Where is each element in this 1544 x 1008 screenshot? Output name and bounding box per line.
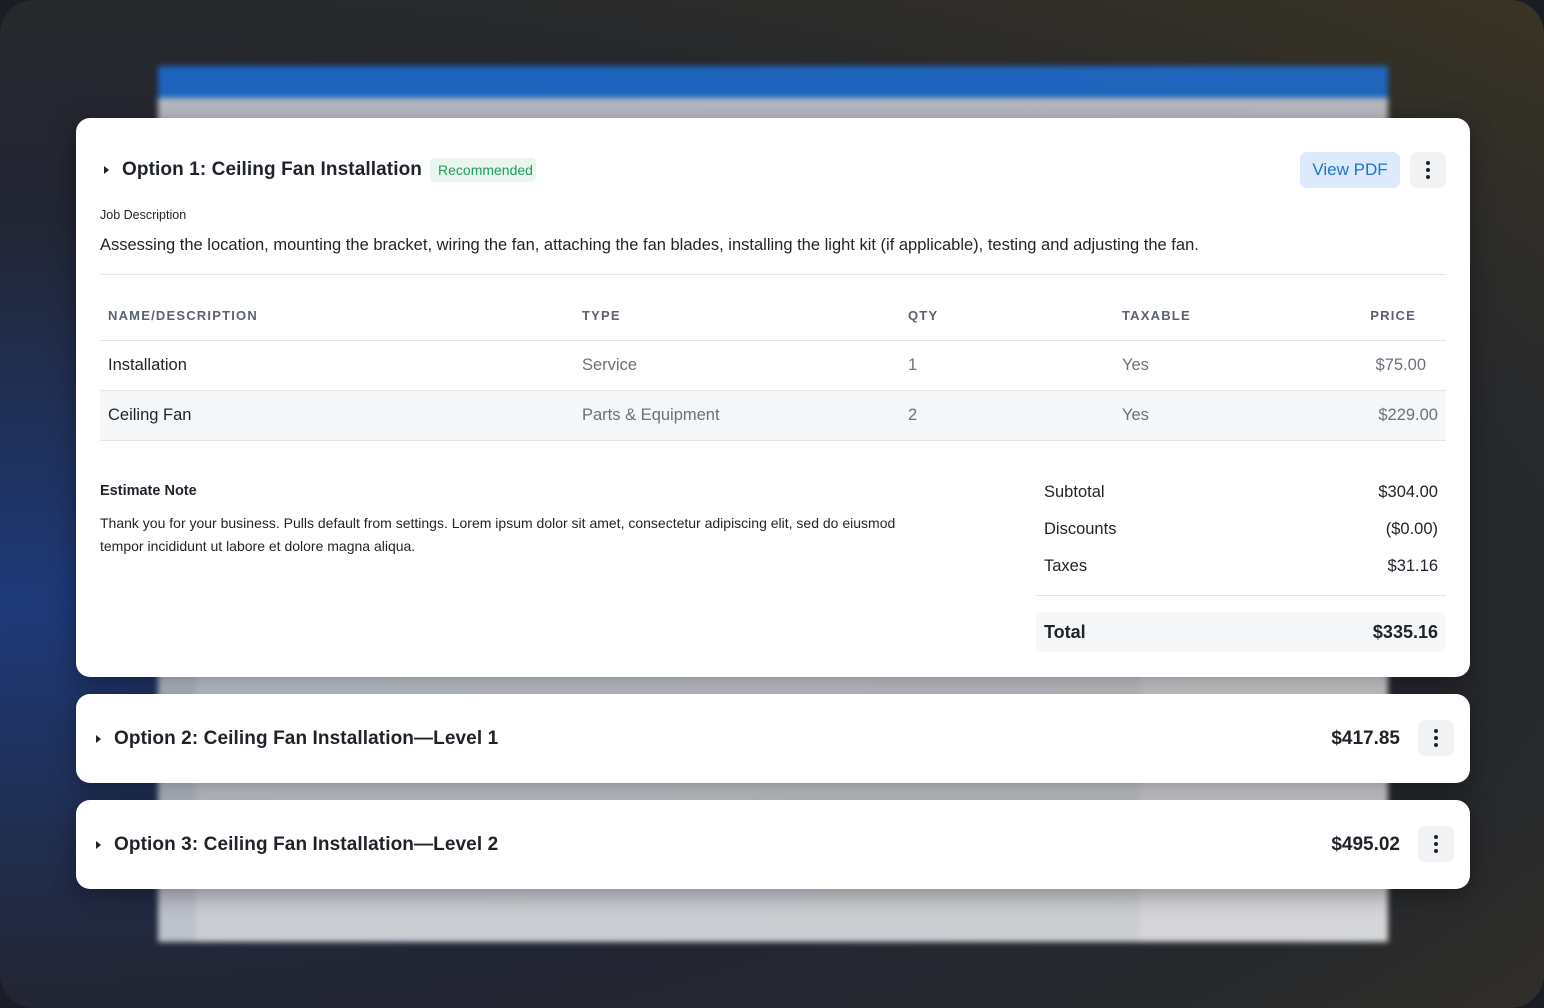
- option-3-title: Option 3: Ceiling Fan Installation—Level…: [114, 833, 499, 855]
- recommended-badge: Recommended: [430, 158, 537, 182]
- option-1-card: Option 1: Ceiling Fan Installation Recom…: [76, 118, 1470, 677]
- option-3-header[interactable]: Option 3: Ceiling Fan Installation—Level…: [96, 800, 1400, 889]
- cell-qty: 1: [900, 340, 1114, 391]
- discounts-row: Discounts ($0.00): [1036, 511, 1446, 548]
- cell-taxable: Yes: [1114, 390, 1314, 441]
- discounts-label: Discounts: [1044, 520, 1117, 538]
- cell-taxable: Yes: [1114, 340, 1314, 391]
- option-2-more-button[interactable]: [1418, 720, 1454, 756]
- option-2-card[interactable]: Option 2: Ceiling Fan Installation—Level…: [76, 694, 1470, 783]
- total-row: Total $335.16: [1036, 612, 1446, 652]
- more-vertical-icon: [1434, 835, 1438, 853]
- option-2-header[interactable]: Option 2: Ceiling Fan Installation—Level…: [96, 694, 1400, 783]
- option-2-price: $417.85: [1331, 727, 1400, 749]
- estimate-note-label: Estimate Note: [100, 483, 197, 499]
- subtotal-row: Subtotal $304.00: [1036, 474, 1446, 511]
- cell-price: $229.00: [1314, 390, 1446, 441]
- caret-right-icon[interactable]: [96, 840, 101, 849]
- divider: [100, 274, 1446, 275]
- column-header-price: PRICE: [1314, 292, 1446, 341]
- total-value: $335.16: [1372, 621, 1438, 642]
- subtotal-value: $304.00: [1378, 483, 1438, 501]
- cell-name: Ceiling Fan: [100, 390, 574, 441]
- table-row[interactable]: Installation Service 1 Yes $75.00: [100, 340, 1446, 391]
- subtotal-label: Subtotal: [1044, 483, 1105, 501]
- more-vertical-icon: [1426, 161, 1430, 179]
- column-header-name: NAME/DESCRIPTION: [100, 292, 574, 341]
- option-2-title: Option 2: Ceiling Fan Installation—Level…: [114, 727, 499, 749]
- cell-price: $75.00: [1314, 340, 1446, 391]
- column-header-taxable: TAXABLE: [1114, 292, 1314, 341]
- cell-name: Installation: [100, 340, 574, 391]
- option-3-card[interactable]: Option 3: Ceiling Fan Installation—Level…: [76, 800, 1470, 889]
- taxes-row: Taxes $31.16: [1036, 548, 1446, 585]
- taxes-label: Taxes: [1044, 557, 1088, 575]
- estimate-note-text: Thank you for your business. Pulls defau…: [100, 515, 896, 554]
- table-row[interactable]: Ceiling Fan Parts & Equipment 2 Yes $229…: [100, 390, 1446, 441]
- view-pdf-button[interactable]: View PDF: [1300, 152, 1400, 188]
- taxes-value: $31.16: [1387, 557, 1438, 575]
- job-description-text: Assessing the location, mounting the bra…: [100, 236, 1199, 254]
- column-header-qty: QTY: [900, 292, 1114, 341]
- option-1-more-button[interactable]: [1410, 152, 1446, 188]
- total-label: Total: [1044, 621, 1086, 642]
- cell-type: Parts & Equipment: [574, 390, 900, 441]
- option-1-header[interactable]: Option 1: Ceiling Fan Installation Recom…: [104, 156, 537, 184]
- cell-type: Service: [574, 340, 900, 391]
- divider: [1036, 595, 1446, 596]
- cell-qty: 2: [900, 390, 1114, 441]
- column-header-type: TYPE: [574, 292, 900, 341]
- caret-right-icon[interactable]: [96, 734, 101, 743]
- option-3-more-button[interactable]: [1418, 826, 1454, 862]
- screen-frame: Option 1: Ceiling Fan Installation Recom…: [0, 0, 1544, 1008]
- option-1-title: Option 1: Ceiling Fan Installation: [122, 159, 423, 180]
- line-items-table: NAME/DESCRIPTION TYPE QTY TAXABLE PRICE …: [100, 292, 1446, 441]
- totals-panel: Subtotal $304.00 Discounts ($0.00) Taxes…: [1036, 474, 1446, 652]
- discounts-value: ($0.00): [1385, 520, 1438, 538]
- option-3-price: $495.02: [1331, 833, 1400, 855]
- more-vertical-icon: [1434, 729, 1438, 747]
- table-header-row: NAME/DESCRIPTION TYPE QTY TAXABLE PRICE: [100, 292, 1446, 341]
- caret-down-icon[interactable]: [104, 166, 109, 174]
- job-description-label: Job Description: [100, 208, 187, 222]
